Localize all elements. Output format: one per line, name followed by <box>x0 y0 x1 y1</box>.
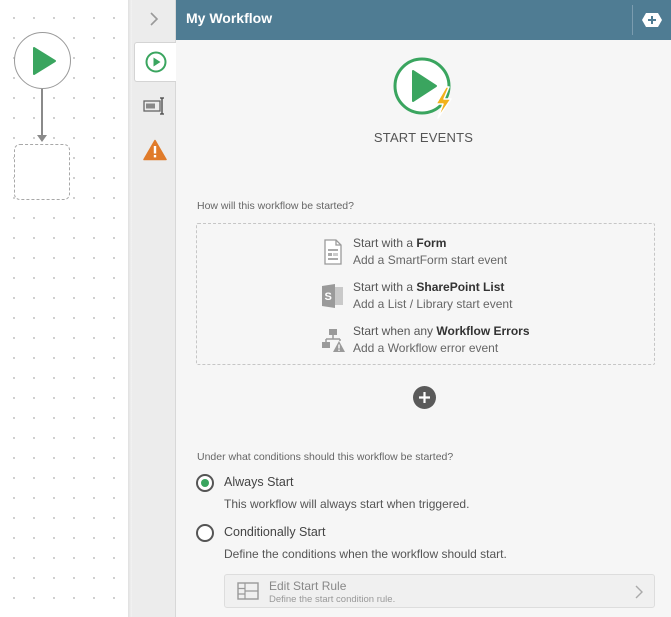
add-start-event-button[interactable] <box>413 386 436 409</box>
start-option-form[interactable]: Start with a Form Add a SmartForm start … <box>321 236 641 272</box>
warning-icon <box>143 139 167 161</box>
text-cursor-icon <box>143 97 164 115</box>
header-separator <box>632 5 633 35</box>
form-icon <box>324 239 342 265</box>
canvas-step-placeholder[interactable] <box>14 144 70 200</box>
start-option-subtitle: Add a Workflow error event <box>353 341 499 355</box>
start-event-icon <box>393 57 452 119</box>
edit-start-rule-subtitle: Define the start condition rule. <box>269 594 396 605</box>
add-step-button[interactable] <box>637 8 667 32</box>
start-events-panel: START EVENTS How will this workflow be s… <box>176 40 671 617</box>
workflow-error-icon <box>322 329 345 352</box>
panel-header: My Workflow <box>176 0 671 40</box>
workflow-canvas[interactable] <box>0 0 130 617</box>
canvas-connector-line <box>41 89 43 137</box>
rule-table-icon <box>237 582 259 600</box>
start-option-title: Start when any Workflow Errors <box>353 324 530 338</box>
always-start-description: This workflow will always start when tri… <box>224 497 470 511</box>
add-step-icon <box>642 13 662 27</box>
play-icon <box>32 46 56 75</box>
edit-start-rule-title: Edit Start Rule <box>269 579 347 593</box>
start-events-heading: START EVENTS <box>373 130 474 145</box>
canvas-connector-arrow <box>37 135 47 142</box>
start-option-subtitle: Add a SmartForm start event <box>353 253 508 267</box>
svg-text:S: S <box>325 291 332 303</box>
always-start-label: Always Start <box>224 475 294 489</box>
play-circle-icon <box>145 51 166 73</box>
start-question-label: How will this workflow be started? <box>197 200 354 212</box>
start-option-subtitle: Add a List / Library start event <box>353 297 513 311</box>
conditionally-start-radio[interactable] <box>196 524 214 542</box>
collapse-panel-button[interactable] <box>132 0 176 38</box>
sharepoint-icon: S <box>322 284 343 308</box>
workflow-title: My Workflow <box>186 10 273 26</box>
icon-rail <box>132 0 176 617</box>
tab-start-events[interactable] <box>134 42 176 82</box>
edit-start-rule-button[interactable]: Edit Start Rule Define the start conditi… <box>224 574 655 608</box>
chevron-right-icon <box>635 585 643 599</box>
plus-icon <box>419 392 430 403</box>
canvas-start-node[interactable] <box>14 32 71 89</box>
conditions-question-label: Under what conditions should this workfl… <box>197 451 454 463</box>
start-option-workflow-errors[interactable]: Start when any Workflow Errors Add a Wor… <box>321 324 641 360</box>
start-option-title: Start with a Form <box>353 236 447 250</box>
tab-properties[interactable] <box>134 86 176 126</box>
conditionally-start-description: Define the conditions when the workflow … <box>224 547 507 561</box>
tab-warnings[interactable] <box>134 130 176 170</box>
always-start-radio[interactable] <box>196 474 214 492</box>
start-option-sharepoint[interactable]: S Start with a SharePoint List Add a Lis… <box>321 280 641 316</box>
conditionally-start-label: Conditionally Start <box>224 525 326 539</box>
chevron-right-icon <box>150 12 159 26</box>
start-options-box: Start with a Form Add a SmartForm start … <box>196 223 655 365</box>
start-option-title: Start with a SharePoint List <box>353 280 505 294</box>
